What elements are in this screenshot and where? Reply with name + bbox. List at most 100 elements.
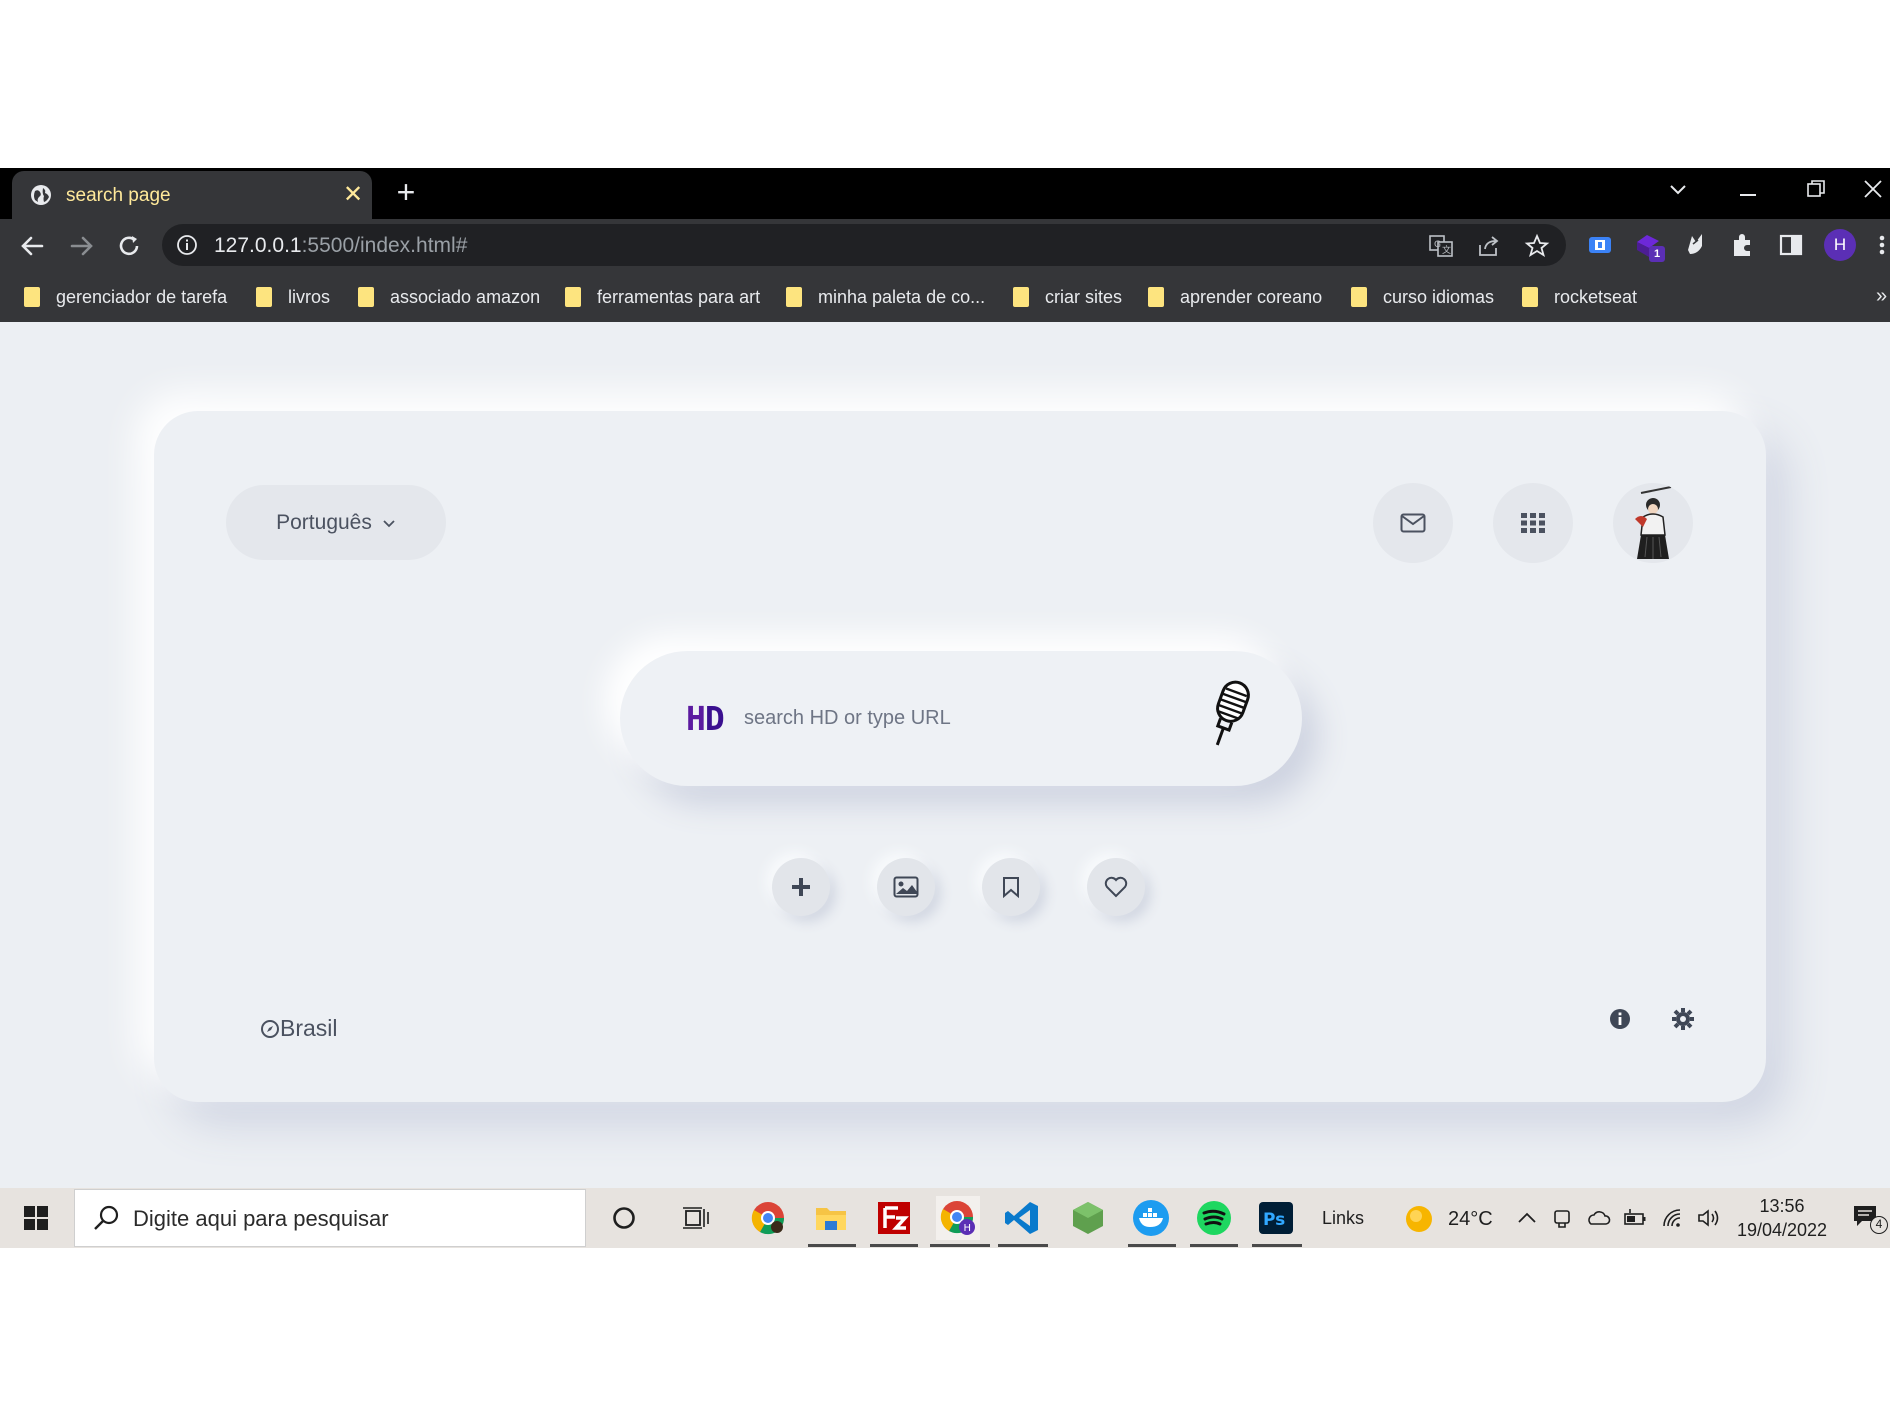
- chrome-running-indicator: [930, 1244, 990, 1247]
- bookmark-item[interactable]: gerenciador de tarefa: [24, 283, 227, 311]
- extension-cat-icon[interactable]: [1680, 230, 1710, 260]
- bookmarks-overflow-button[interactable]: »: [1876, 285, 1887, 308]
- address-bar[interactable]: 127.0.0.1:5500/index.html# G 文: [162, 224, 1566, 266]
- url-path: :5500/index.html#: [301, 234, 468, 257]
- favorites-button[interactable]: [1087, 858, 1145, 916]
- clock-time: 13:56: [1759, 1196, 1805, 1216]
- chrome-profile-taskbar-icon[interactable]: H: [936, 1196, 980, 1240]
- spotify-icon: [1197, 1201, 1231, 1235]
- bookmark-item[interactable]: ferramentas para art: [565, 283, 760, 311]
- notification-center-button[interactable]: 4: [1852, 1204, 1888, 1236]
- bookmark-item[interactable]: minha paleta de co...: [786, 283, 985, 311]
- bookmarks-button[interactable]: [982, 858, 1040, 916]
- spotify-running-indicator: [1190, 1244, 1238, 1247]
- side-panel-icon[interactable]: [1776, 230, 1806, 260]
- svg-text:Ps: Ps: [1263, 1210, 1285, 1230]
- new-tab-button[interactable]: +: [388, 174, 424, 210]
- onedrive-cloud-icon[interactable]: [1585, 1206, 1611, 1230]
- reload-icon[interactable]: [110, 227, 148, 265]
- microphone-icon[interactable]: [1202, 677, 1258, 755]
- vscode-icon: [1005, 1202, 1038, 1234]
- tab-close-icon[interactable]: ✕: [338, 180, 368, 210]
- links-toolbar-label[interactable]: Links: [1322, 1208, 1364, 1229]
- forward-arrow-icon[interactable]: [62, 227, 100, 265]
- restore-button[interactable]: [1786, 168, 1846, 210]
- chevron-down-icon: [383, 519, 395, 527]
- task-view-button[interactable]: [674, 1196, 718, 1240]
- vscode-taskbar-icon[interactable]: [1000, 1196, 1044, 1240]
- browser-toolbar: 127.0.0.1:5500/index.html# G 文 1 H: [0, 219, 1890, 273]
- extension-translate-icon[interactable]: [1585, 230, 1615, 260]
- folder-icon: [816, 1208, 846, 1230]
- bookmark-item[interactable]: criar sites: [1013, 283, 1122, 311]
- bookmark-star-icon[interactable]: [1524, 233, 1550, 259]
- screenshot: search page ✕ + 127.0.0.1:5500/index.htm…: [0, 0, 1890, 1417]
- filezilla-icon: [878, 1202, 910, 1234]
- nodejs-hexagon-icon: [1073, 1202, 1103, 1234]
- photoshop-taskbar-icon[interactable]: Ps: [1254, 1196, 1298, 1240]
- cortana-button[interactable]: [602, 1196, 646, 1240]
- wifi-icon[interactable]: [1660, 1206, 1686, 1230]
- heart-icon: [1104, 876, 1128, 898]
- info-button[interactable]: [1604, 1003, 1636, 1035]
- apps-button[interactable]: [1493, 483, 1573, 563]
- add-shortcut-button[interactable]: [772, 858, 830, 916]
- taskbar-search-box[interactable]: Digite aqui para pesquisar: [74, 1189, 586, 1247]
- bookmark-item[interactable]: associado amazon: [358, 283, 540, 311]
- svg-text:H: H: [964, 1223, 972, 1234]
- tab-search-icon[interactable]: [1648, 168, 1708, 210]
- translate-icon[interactable]: G 文: [1428, 233, 1454, 259]
- site-info-icon[interactable]: [176, 234, 198, 256]
- weather-temperature[interactable]: 24°C: [1448, 1208, 1493, 1231]
- folder-icon: [1148, 287, 1164, 307]
- extension-cube-icon[interactable]: 1: [1633, 230, 1665, 262]
- back-arrow-icon[interactable]: [14, 227, 52, 265]
- search-input[interactable]: [744, 701, 1124, 735]
- volume-icon[interactable]: [1696, 1206, 1722, 1230]
- close-window-icon[interactable]: [1856, 168, 1890, 210]
- weather-sun-icon[interactable]: [1404, 1204, 1434, 1234]
- folder-icon: [786, 287, 802, 307]
- windows-taskbar: Digite aqui para pesquisar H Ps Links 24…: [0, 1188, 1890, 1248]
- chrome-icon: [751, 1202, 785, 1235]
- filezilla-running-indicator: [870, 1244, 918, 1247]
- minimize-button[interactable]: [1718, 168, 1778, 210]
- settings-button[interactable]: [1667, 1003, 1699, 1035]
- extensions-puzzle-icon[interactable]: [1728, 230, 1758, 260]
- user-avatar[interactable]: [1613, 483, 1693, 563]
- images-button[interactable]: [877, 858, 935, 916]
- bookmarks-bar: gerenciador de tarefa livros associado a…: [0, 273, 1890, 322]
- tab-title: search page: [66, 185, 171, 206]
- docker-running-indicator: [1128, 1244, 1176, 1247]
- meet-now-icon[interactable]: [1552, 1206, 1572, 1230]
- battery-icon[interactable]: [1622, 1206, 1648, 1230]
- bookmark-item[interactable]: curso idiomas: [1351, 283, 1494, 311]
- browser-tab[interactable]: search page ✕: [12, 171, 372, 219]
- chevron-up-icon[interactable]: [1516, 1208, 1538, 1228]
- folder-icon: [256, 287, 272, 307]
- docker-taskbar-icon[interactable]: [1129, 1196, 1173, 1240]
- nodejs-taskbar-icon[interactable]: [1066, 1196, 1110, 1240]
- bookmark-item[interactable]: rocketseat: [1522, 283, 1637, 311]
- language-selector[interactable]: Português: [226, 485, 446, 560]
- mail-button[interactable]: [1373, 483, 1453, 563]
- spotify-taskbar-icon[interactable]: [1192, 1196, 1236, 1240]
- profile-avatar[interactable]: H: [1824, 229, 1856, 261]
- share-icon[interactable]: [1476, 233, 1502, 259]
- windows-logo-icon: [24, 1206, 48, 1230]
- menu-kebab-icon[interactable]: [1874, 230, 1890, 260]
- samurai-avatar-icon: [1635, 486, 1672, 559]
- folder-icon: [24, 287, 40, 307]
- search-bar[interactable]: HD: [620, 651, 1302, 786]
- chrome-taskbar-icon[interactable]: [746, 1196, 790, 1240]
- bookmark-item[interactable]: livros: [256, 283, 330, 311]
- bookmark-icon: [1003, 877, 1019, 898]
- folder-icon: [1013, 287, 1029, 307]
- globe-icon: [31, 185, 51, 205]
- system-clock[interactable]: 13:56 19/04/2022: [1732, 1194, 1832, 1242]
- file-explorer-taskbar-icon[interactable]: [809, 1196, 853, 1240]
- filezilla-taskbar-icon[interactable]: [872, 1196, 916, 1240]
- bookmark-item[interactable]: aprender coreano: [1148, 283, 1322, 311]
- start-button[interactable]: [0, 1188, 72, 1248]
- image-icon: [893, 876, 919, 898]
